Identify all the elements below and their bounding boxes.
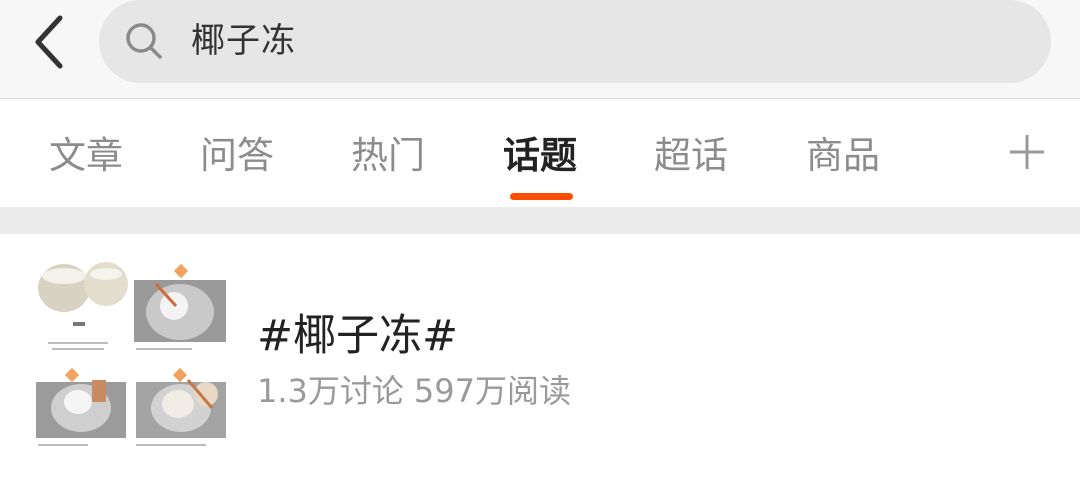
- tab-topics[interactable]: 话题: [503, 131, 577, 181]
- search-query-text[interactable]: 椰子冻: [191, 18, 296, 64]
- chevron-left-icon: [35, 15, 63, 69]
- section-divider: [0, 207, 1080, 234]
- tab-products[interactable]: 商品: [806, 131, 880, 181]
- add-tab-button[interactable]: [1006, 131, 1048, 173]
- topic-title[interactable]: #椰子冻#: [257, 308, 458, 364]
- tab-hot[interactable]: 热门: [351, 131, 425, 181]
- category-tabs: 文章 问答 热门 话题 超话 商品: [0, 99, 1080, 207]
- discussion-count: 1.3万讨论: [257, 372, 404, 410]
- tab-super-topics[interactable]: 超话: [654, 131, 728, 181]
- back-button[interactable]: [22, 8, 78, 72]
- tab-qa[interactable]: 问答: [200, 131, 274, 181]
- recipe-collage-image: [36, 262, 226, 446]
- topic-thumbnail: [36, 262, 226, 452]
- search-input[interactable]: 椰子冻: [99, 0, 1051, 83]
- tab-articles[interactable]: 文章: [49, 131, 123, 181]
- topic-result-card[interactable]: #椰子冻# 1.3万讨论 597万阅读: [0, 234, 1080, 482]
- top-bar: 椰子冻: [0, 0, 1080, 99]
- topic-stats: 1.3万讨论 597万阅读: [257, 369, 581, 413]
- read-count: 597万阅读: [413, 372, 571, 410]
- plus-icon: [1010, 135, 1044, 169]
- active-tab-indicator: [510, 193, 573, 200]
- search-icon: [123, 20, 165, 62]
